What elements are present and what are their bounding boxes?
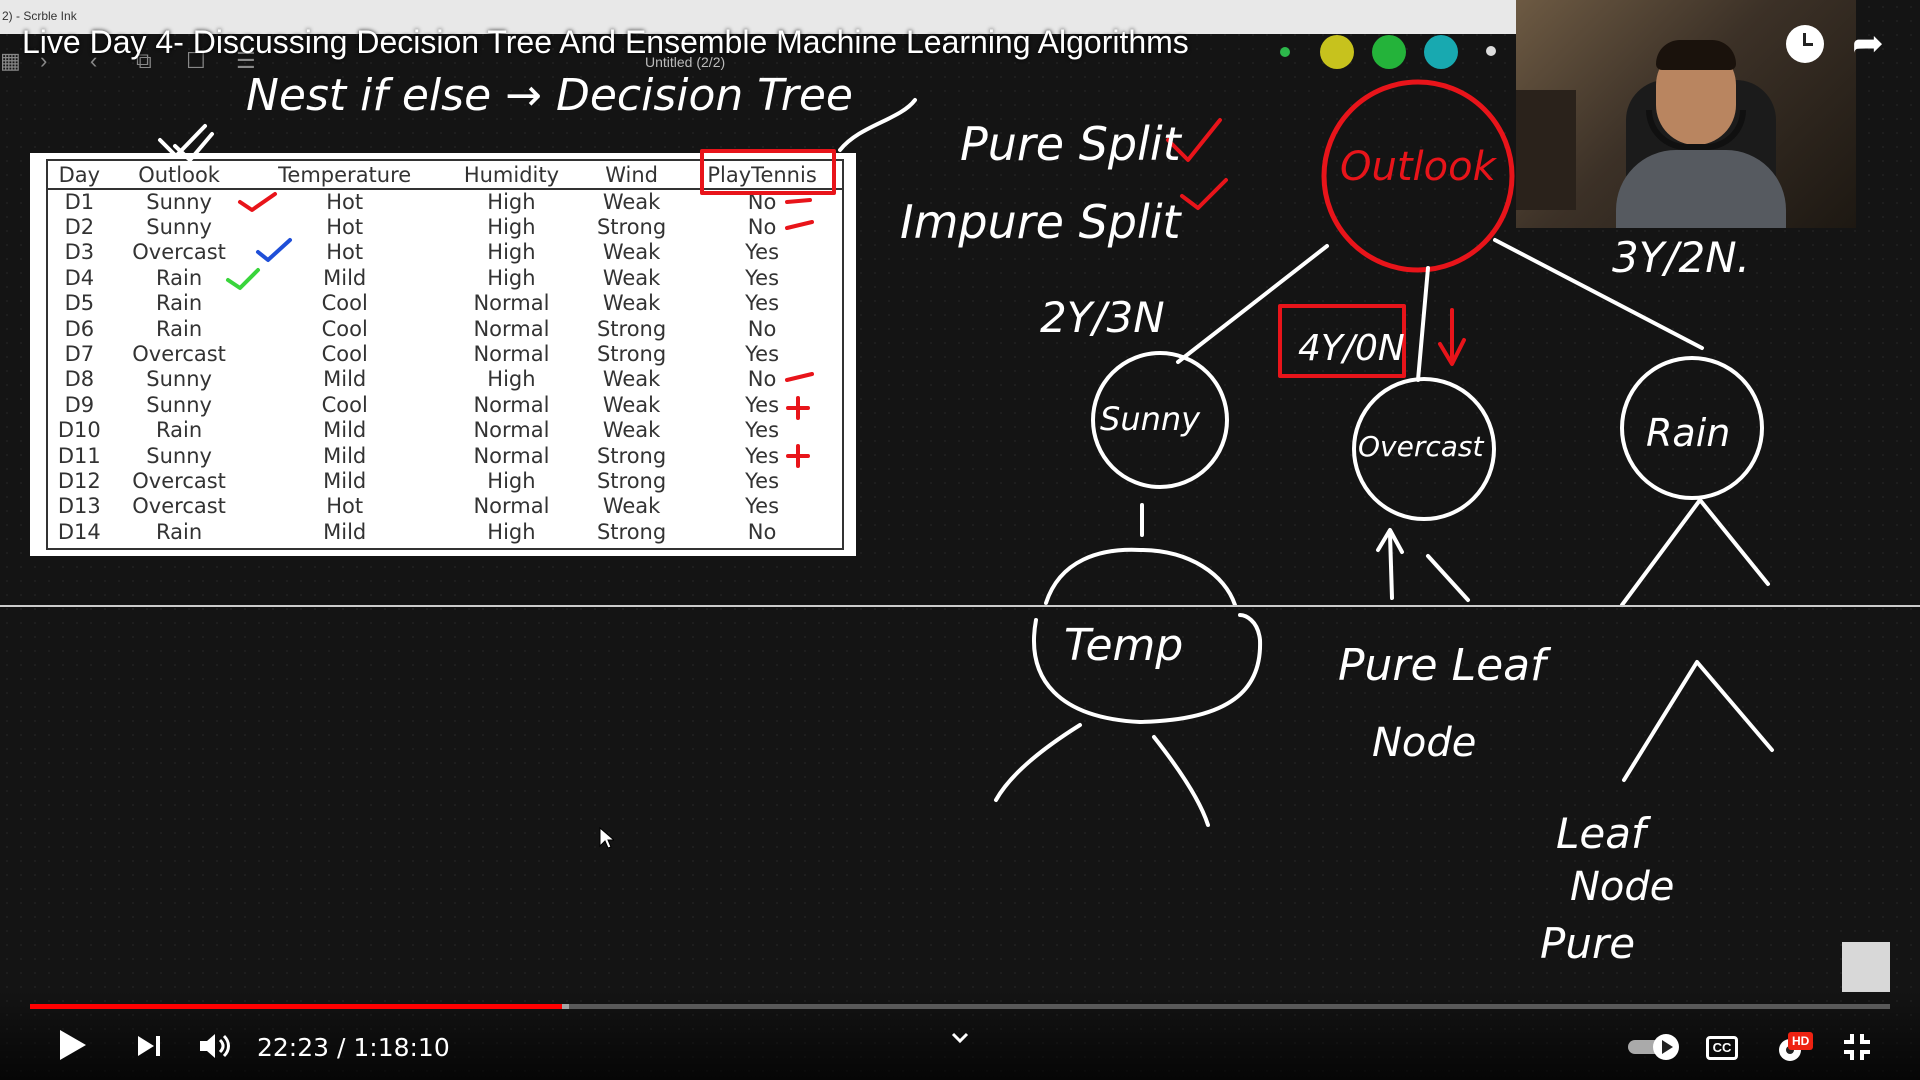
- overcast-right-stroke: [1426, 554, 1470, 602]
- pure-split-text: Pure Split: [960, 117, 1183, 171]
- leaf-pure-text: Pure: [1540, 919, 1635, 968]
- captions-icon[interactable]: CC: [1706, 1036, 1738, 1060]
- overcast-count-text: 4Y/0N: [1298, 328, 1405, 369]
- watch-later-icon[interactable]: [1786, 25, 1824, 63]
- rain-left-branch: [1620, 498, 1702, 607]
- cc-label: CC: [1712, 1040, 1732, 1055]
- play-icon[interactable]: [58, 1028, 88, 1062]
- down-arrow: [1438, 308, 1466, 366]
- rain-leaf-branches: [1622, 660, 1774, 782]
- webcam-shelf: [1516, 90, 1576, 210]
- hd-badge: HD: [1788, 1032, 1814, 1050]
- d4-green-check: [226, 268, 260, 290]
- webcam-presenter-body: [1616, 150, 1786, 228]
- top-note-text: Nest if else → Decision Tree: [246, 70, 853, 121]
- temp-node-arc: [1044, 547, 1237, 607]
- d9-plus: [786, 396, 810, 420]
- rain-right-branch: [1698, 498, 1770, 586]
- rain-count-text: 3Y/2N.: [1612, 233, 1750, 282]
- overcast-node-text: Overcast: [1358, 430, 1484, 463]
- leaf-text: Leaf: [1556, 809, 1652, 858]
- chevron-down-icon[interactable]: [950, 1028, 970, 1048]
- temp-node-text: Temp: [1064, 620, 1183, 671]
- temp-right-branch: [1152, 735, 1210, 827]
- sunny-count-text: 2Y/3N: [1040, 293, 1165, 342]
- autoplay-toggle-icon[interactable]: [1626, 1032, 1682, 1062]
- progress-played: [30, 1004, 562, 1009]
- d3-blue-check: [256, 238, 292, 262]
- channel-avatar[interactable]: [1842, 942, 1890, 992]
- d2-dash: [785, 220, 814, 230]
- volume-icon[interactable]: [198, 1030, 232, 1062]
- pure-leaf-node-text: Node: [1372, 720, 1476, 766]
- d1-dash: [785, 198, 812, 204]
- sunny-node-text: Sunny: [1100, 400, 1201, 438]
- d8-dash: [785, 372, 814, 382]
- progress-bar[interactable]: [30, 1004, 1890, 1009]
- d1-check: [238, 192, 277, 212]
- playtennis-highlight-box: [700, 149, 836, 195]
- time-display: 22:23 / 1:18:10: [257, 1033, 450, 1062]
- impure-split-check: [1180, 178, 1228, 210]
- impure-split-text: Impure Split: [900, 195, 1183, 249]
- next-icon[interactable]: [136, 1034, 164, 1058]
- outlook-node-text: Outlook: [1340, 144, 1498, 190]
- share-icon[interactable]: ➦: [1852, 24, 1896, 64]
- rain-node-text: Rain: [1646, 411, 1730, 455]
- pure-leaf-text: Pure Leaf: [1338, 640, 1552, 691]
- branch-overcast: [1416, 266, 1430, 382]
- pure-arrow: [1376, 528, 1404, 600]
- leaf-node-text: Node: [1570, 864, 1674, 910]
- ink-check-stroke: [158, 124, 214, 162]
- d11-plus: [786, 444, 810, 468]
- mouse-cursor-icon: [599, 826, 614, 849]
- webcam-presenter-hair: [1656, 40, 1736, 70]
- fullscreen-exit-icon[interactable]: [1842, 1032, 1872, 1062]
- temp-left-branch: [994, 723, 1082, 802]
